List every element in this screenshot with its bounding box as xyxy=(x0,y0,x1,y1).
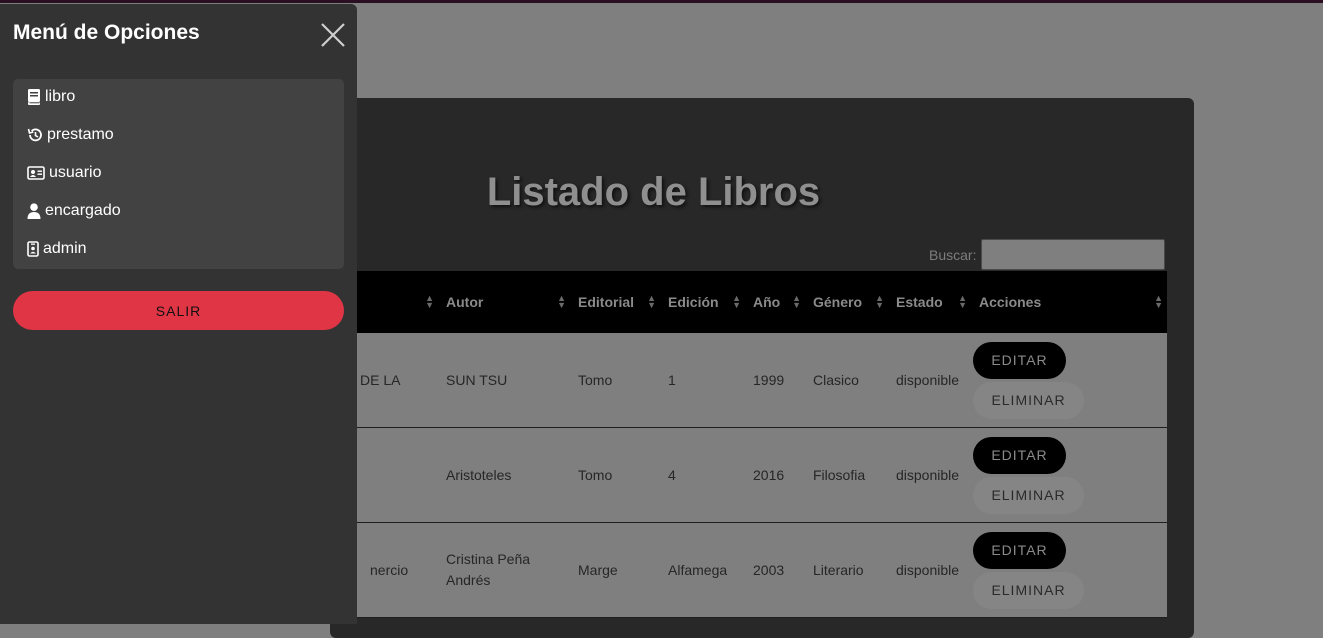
table-row: Aristoteles Tomo 4 2016 Filosofia dispon… xyxy=(330,427,1167,523)
sidebar-item-encargado[interactable]: encargado xyxy=(27,199,121,223)
column-header-edicion[interactable]: Edición ▲ ▼ xyxy=(660,271,745,333)
sort-icon: ▲ ▼ xyxy=(875,293,884,310)
cell-autor: Aristoteles xyxy=(438,427,570,523)
column-header-editorial[interactable]: Editorial ▲ ▼ xyxy=(570,271,660,333)
user-icon xyxy=(27,203,41,219)
cell-acciones: EDITAR ELIMINAR xyxy=(971,427,1167,523)
table-row: DE LA SUN TSU Tomo 1 1999 Clasico dispon… xyxy=(330,333,1167,428)
column-header-estado[interactable]: Estado ▲ ▼ xyxy=(888,271,971,333)
cell-edicion: 4 xyxy=(660,427,745,523)
cell-genero: Clasico xyxy=(805,333,888,428)
sidebar-item-label: encargado xyxy=(45,202,121,219)
cell-autor: SUN TSU xyxy=(438,333,570,428)
cell-estado: disponible xyxy=(888,427,971,523)
sidebar-item-label: usuario xyxy=(49,164,102,181)
cell-estado: disponible xyxy=(888,333,971,428)
close-icon[interactable] xyxy=(318,20,348,50)
sort-icon: ▲ ▼ xyxy=(732,293,741,310)
edit-button[interactable]: EDITAR xyxy=(973,341,1066,379)
logout-button[interactable]: SALIR xyxy=(13,291,344,330)
sidebar-item-libro[interactable]: libro xyxy=(27,85,75,109)
sidebar-title: Menú de Opciones xyxy=(13,21,200,44)
cell-edicion: 1 xyxy=(660,333,745,428)
cell-genero: Literario xyxy=(805,522,888,618)
cell-acciones: EDITAR ELIMINAR xyxy=(971,333,1167,428)
cell-edicion: Alfamega xyxy=(660,522,745,618)
delete-button[interactable]: ELIMINAR xyxy=(973,571,1084,609)
edit-button[interactable]: EDITAR xyxy=(973,531,1066,569)
id-card-icon xyxy=(27,166,45,180)
top-border xyxy=(0,0,1323,3)
sort-icon: ▲ ▼ xyxy=(647,293,656,310)
cell-estado: disponible xyxy=(888,522,971,618)
sort-icon: ▲ ▼ xyxy=(1154,293,1163,310)
delete-button[interactable]: ELIMINAR xyxy=(973,476,1084,514)
sidebar-item-label: prestamo xyxy=(47,126,114,143)
options-sidebar: Menú de Opciones libro prestamo usuario … xyxy=(0,4,357,624)
books-table: ▲ ▼ Autor ▲ ▼ Editorial ▲ ▼ Edición ▲ ▼ Año ▲ ▼ G… xyxy=(330,271,1167,618)
column-header-autor[interactable]: Autor ▲ ▼ xyxy=(438,271,570,333)
history-icon xyxy=(27,128,42,142)
cell-editorial: Tomo xyxy=(570,427,660,523)
id-badge-icon xyxy=(27,241,39,257)
sort-icon: ▲ ▼ xyxy=(425,293,434,310)
table-row: nercio Cristina Peña Andrés Marge Alfame… xyxy=(330,522,1167,618)
search-input[interactable] xyxy=(981,239,1165,270)
cell-editorial: Marge xyxy=(570,522,660,618)
sidebar-item-admin[interactable]: admin xyxy=(27,237,87,261)
sidebar-item-label: libro xyxy=(45,88,76,105)
cell-anio: 2016 xyxy=(745,427,805,523)
table-header-row: ▲ ▼ Autor ▲ ▼ Editorial ▲ ▼ Edición ▲ ▼ Año ▲ ▼ G… xyxy=(330,271,1167,333)
search-label: Buscar: xyxy=(929,247,977,263)
cell-anio: 2003 xyxy=(745,522,805,618)
cell-genero: Filosofia xyxy=(805,427,888,523)
column-header-genero[interactable]: Género ▲ ▼ xyxy=(805,271,888,333)
sidebar-menu: libro prestamo usuario encargado admin xyxy=(13,79,344,269)
cell-editorial: Tomo xyxy=(570,333,660,428)
sort-icon: ▲ ▼ xyxy=(792,293,801,310)
cell-anio: 1999 xyxy=(745,333,805,428)
sort-icon: ▲ ▼ xyxy=(958,293,967,310)
cell-autor: Cristina Peña Andrés xyxy=(438,522,570,618)
page-title: Listado de Libros xyxy=(486,170,821,214)
delete-button[interactable]: ELIMINAR xyxy=(973,381,1084,419)
sidebar-item-prestamo[interactable]: prestamo xyxy=(27,123,114,147)
sidebar-item-label: admin xyxy=(43,240,87,257)
column-header-anio[interactable]: Año ▲ ▼ xyxy=(745,271,805,333)
edit-button[interactable]: EDITAR xyxy=(973,436,1066,474)
book-icon xyxy=(28,89,40,105)
cell-acciones: EDITAR ELIMINAR xyxy=(971,522,1167,618)
sidebar-item-usuario[interactable]: usuario xyxy=(27,161,101,185)
column-header-acciones[interactable]: Acciones ▲ ▼ xyxy=(971,271,1167,333)
sort-icon: ▲ ▼ xyxy=(557,293,566,310)
